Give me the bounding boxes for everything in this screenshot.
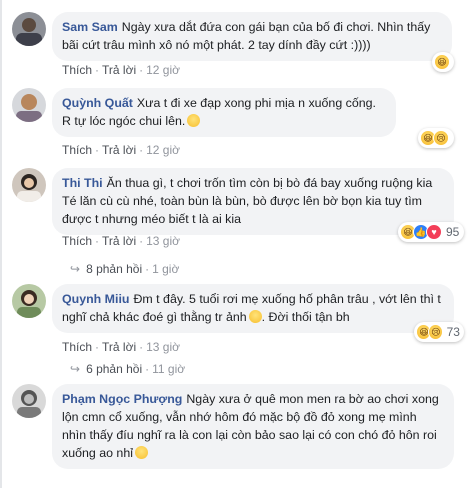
reply-arrow-icon: ↪ — [70, 262, 81, 276]
like-link[interactable]: Thích — [62, 340, 92, 354]
comment-bubble: Phạm Ngọc Phượng Ngày xưa ở quê mon men r… — [52, 384, 454, 469]
comment-bubble: Sam Sam Ngày xưa dắt đứa con gái bạn của … — [52, 12, 452, 61]
love-reaction-icon: ♥ — [426, 224, 442, 240]
avatar-photo-icon — [12, 88, 46, 122]
avatar-photo-icon — [12, 168, 46, 202]
laughing-emoji-icon — [187, 114, 201, 127]
avatar-photo-icon — [12, 384, 46, 418]
comment-time[interactable]: 13 giờ — [146, 234, 180, 248]
like-link[interactable]: Thích — [62, 234, 92, 248]
comment-actions: Thích · Trả lời · 12 giờ — [62, 63, 180, 77]
replies-count[interactable]: 8 phản hồi — [86, 262, 142, 276]
view-replies[interactable]: ↪ 6 phản hồi · 11 giờ — [70, 362, 185, 376]
avatar[interactable] — [12, 88, 46, 122]
reply-arrow-icon: ↪ — [70, 362, 81, 376]
reaction-summary[interactable]: 😆 😢 — [418, 128, 454, 148]
smile-emoji-icon — [134, 446, 148, 459]
smirk-emoji-icon — [248, 310, 262, 323]
comment-text: Ăn thua gì, t chơi trốn tìm còn bị bò đá… — [62, 176, 433, 226]
replies-time: 1 giờ — [152, 262, 180, 276]
reaction-summary[interactable]: 😆 — [432, 52, 454, 72]
avatar[interactable] — [12, 384, 46, 418]
avatar[interactable] — [12, 168, 46, 202]
comment-bubble: Thi Thi Ăn thua gì, t chơi trốn tìm còn b… — [52, 168, 454, 235]
avatar[interactable] — [12, 12, 46, 46]
replies-time: 11 giờ — [152, 362, 186, 376]
comment-author[interactable]: Sam Sam — [62, 20, 118, 34]
comment-bubble: Quỳnh Quất Xưa t đi xe đạp xong phi mịa n… — [52, 88, 396, 137]
comment-author[interactable]: Phạm Ngọc Phượng — [62, 392, 182, 406]
reply-link[interactable]: Trả lời — [102, 63, 136, 77]
comment-author[interactable]: Quynh Miiu — [62, 292, 129, 306]
avatar[interactable] — [12, 284, 46, 318]
comment-time[interactable]: 12 giờ — [146, 63, 180, 77]
reaction-count: 95 — [446, 225, 460, 239]
like-link[interactable]: Thích — [62, 143, 92, 157]
comment-actions: Thích · Trả lời · 13 giờ — [62, 234, 180, 248]
reply-link[interactable]: Trả lời — [102, 234, 136, 248]
reaction-summary[interactable]: 😆 👍 ♥ 95 — [398, 222, 464, 242]
haha-reaction-icon: 😆 — [434, 54, 450, 70]
avatar-photo-icon — [12, 284, 46, 318]
reply-link[interactable]: Trả lời — [102, 143, 136, 157]
sad-reaction-icon: 😢 — [427, 324, 443, 340]
comment-text-continued: . Đời thối tận bh — [261, 310, 350, 324]
like-link[interactable]: Thích — [62, 63, 92, 77]
comment-time[interactable]: 12 giờ — [146, 143, 180, 157]
comment-time[interactable]: 13 giờ — [146, 340, 180, 354]
avatar-photo-icon — [12, 12, 46, 46]
comment-actions: Thích · Trả lời · 12 giờ — [62, 143, 180, 157]
left-edge-divider — [0, 0, 2, 488]
replies-count[interactable]: 6 phản hồi — [86, 362, 142, 376]
reply-link[interactable]: Trả lời — [102, 340, 136, 354]
reaction-count: 73 — [446, 325, 460, 339]
comment-actions: Thích · Trả lời · 13 giờ — [62, 340, 180, 354]
comment-bubble: Quynh Miiu Đm t đây. 5 tuổi rơi mẹ xuống … — [52, 284, 454, 333]
comment-author[interactable]: Quỳnh Quất — [62, 96, 133, 110]
sad-reaction-icon: 😢 — [433, 130, 449, 146]
view-replies[interactable]: ↪ 8 phản hồi · 1 giờ — [70, 262, 179, 276]
comment-author[interactable]: Thi Thi — [62, 176, 103, 190]
reaction-summary[interactable]: 😆 😢 73 — [414, 322, 464, 342]
